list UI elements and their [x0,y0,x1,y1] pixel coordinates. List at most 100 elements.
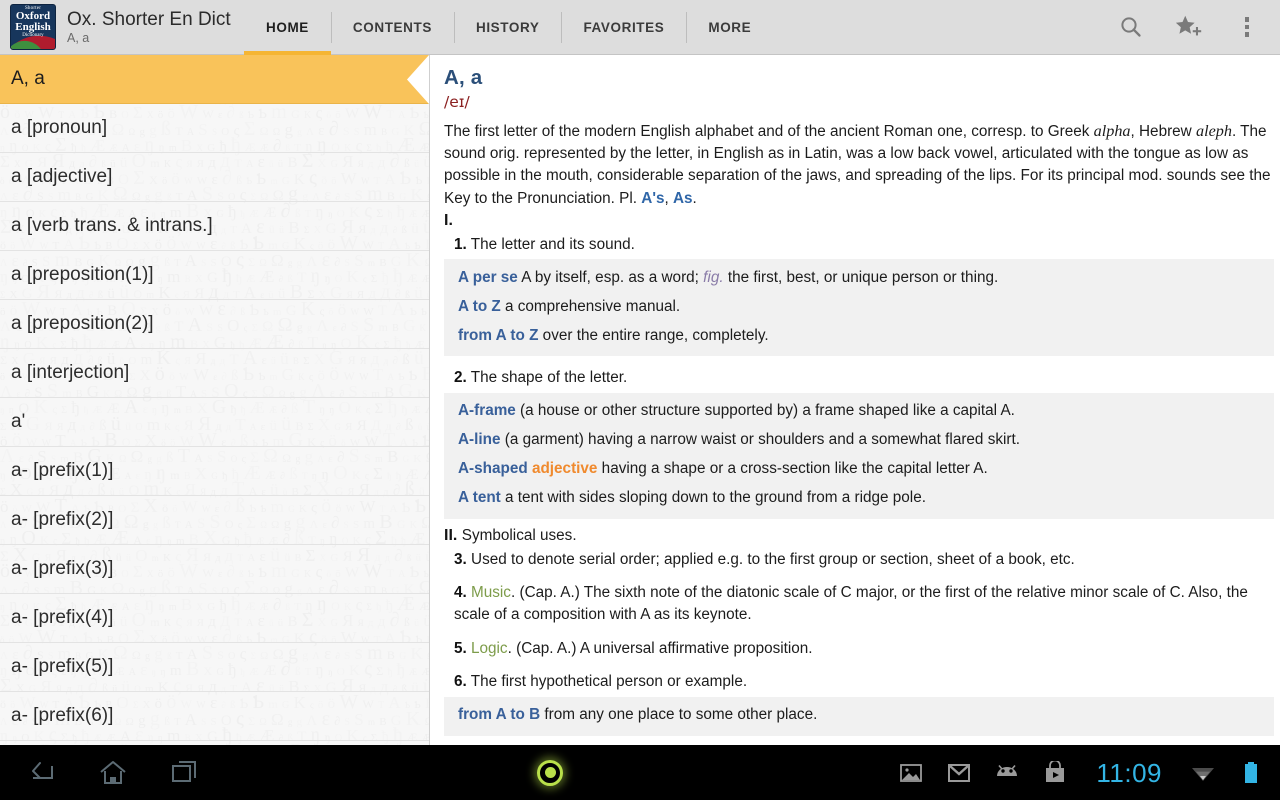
phrase-entry[interactable]: A per se A by itself, esp. as a word; fi… [444,263,1274,292]
search-button[interactable] [1116,12,1146,42]
phrase-entry[interactable]: from A to Z over the entire range, compl… [444,321,1274,350]
overflow-menu-button[interactable] [1232,12,1262,42]
app-logo-icon: Shorter Oxford English Dictionary [10,4,56,50]
recent-apps-button[interactable] [168,756,202,790]
phrase-entry[interactable]: A-shaped adjective having a shape or a c… [444,455,1274,484]
phrase-block-1: A per se A by itself, esp. as a word; fi… [444,259,1274,357]
sidebar-item-a-apostrophe[interactable]: a' [0,398,429,447]
phrase-body: a comprehensive manual. [500,297,681,315]
sense-number: 4. [454,584,467,602]
headword-sidebar[interactable]: Ʌ ε ∂ S S m B G K Ω Ω g g ß T A S S O ς … [0,55,430,745]
tab-home[interactable]: HOME [244,0,331,55]
intro-text-1: The first letter of the modern English a… [444,123,1094,140]
phrase-body-2: having a shape or a cross-section like t… [597,460,988,478]
sense-number: 1. [454,235,467,253]
sidebar-item-a-prefix-5[interactable]: a- [prefix(5)] [0,643,429,692]
battery-icon [1245,761,1258,783]
sidebar-item-label: a- [prefix(1)] [11,460,114,481]
add-favorite-button[interactable] [1174,12,1204,42]
app-title: Ox. Shorter En Dict [67,8,231,30]
android-icon [997,764,1018,776]
section-2-block: II. Symbolical uses. [444,525,1274,547]
status-clock: 11:09 [1096,757,1163,788]
recent-apps-icon [172,760,196,782]
sense-text: Used to denote serial order; applied e.g… [471,550,1075,568]
tab-history[interactable]: HISTORY [453,0,561,55]
entry-intro-paragraph: The first letter of the modern English a… [444,120,1274,210]
sense-number: 2. [454,369,467,387]
appbar-actions [1116,12,1280,42]
phrase-headword: from A to B [458,706,541,724]
headword-list: A, a a [pronoun] a [adjective] a [verb t… [0,55,429,741]
sidebar-item-a-adjective[interactable]: a [adjective] [0,153,429,202]
sidebar-item-a-preposition-2[interactable]: a [preposition(2)] [0,300,429,349]
phrase-entry[interactable]: A to Z a comprehensive manual. [444,292,1274,321]
tab-favorites[interactable]: FAVORITES [561,0,686,55]
record-indicator-icon [537,759,564,786]
record-indicator-button[interactable] [522,759,578,786]
sense-text: The first hypothetical person or example… [470,673,748,691]
sidebar-item-a-prefix-1[interactable]: a- [prefix(1)] [0,447,429,496]
overflow-menu-icon [1244,17,1250,37]
sidebar-item-a-prefix-6[interactable]: a- [prefix(6)] [0,692,429,741]
intro-text-2: , Hebrew [1130,123,1196,140]
phrase-headword: from A to Z [458,326,539,344]
part-of-speech-label: adjective [531,460,598,478]
status-tray[interactable]: 11:09 [898,760,1280,786]
entry-pronunciation: /eɪ/ [444,93,470,111]
phrase-entry[interactable]: A-line (a garment) having a narrow waist… [444,426,1274,455]
back-button[interactable] [24,756,58,790]
phrase-block-3: from A to B from any one place to some o… [444,696,1274,736]
sidebar-item-a-a[interactable]: A, a [0,55,429,104]
battery-indicator[interactable] [1238,760,1264,786]
sense-6: 6. The first hypothetical person or exam… [444,671,1274,693]
sidebar-item-a-prefix-3[interactable]: a- [prefix(3)] [0,545,429,594]
tab-more[interactable]: MORE [686,0,773,55]
plural-link-2[interactable]: As [673,190,693,207]
wifi-icon [1192,767,1215,781]
sidebar-item-label: a- [prefix(2)] [11,509,114,530]
tab-contents[interactable]: CONTENTS [330,0,454,55]
subject-label-music: Music [471,584,511,602]
sense-5: 5. Logic. (Cap. A.) A universal affirmat… [444,638,1274,660]
sidebar-item-a-pronoun[interactable]: a [pronoun] [0,104,429,153]
sidebar-item-label: a [preposition(1)] [11,264,154,285]
sidebar-item-a-prefix-4[interactable]: a- [prefix(4)] [0,594,429,643]
logo-line-3: English [15,21,51,33]
phrase-headword: A-frame [458,402,516,420]
phrase-headword: A-shaped [458,460,528,478]
star-plus-icon [1175,15,1202,36]
screenshot-notification[interactable] [898,760,924,786]
phrase-entry[interactable]: from A to B from any one place to some o… [444,701,1274,730]
android-notification[interactable] [994,760,1020,786]
sense-3: 3. Used to denote serial order; applied … [444,549,1274,571]
gmail-icon [948,763,971,782]
sidebar-item-a-interjection[interactable]: a [interjection] [0,349,429,398]
sidebar-item-a-preposition-1[interactable]: a [preposition(1)] [0,251,429,300]
app-screen: Shorter Oxford English Dictionary Ox. Sh… [0,0,1280,800]
dictionary-entry-pane[interactable]: A, a /eɪ/ The first letter of the modern… [430,55,1280,745]
phrase-body: A by itself, esp. as a word; [517,268,704,286]
home-button[interactable] [96,756,130,790]
phrase-entry[interactable]: A-frame (a house or other structure supp… [444,397,1274,426]
phrase-entry[interactable]: A tent a tent with sides sloping down to… [444,484,1274,513]
sense-number: 5. [454,639,467,657]
phrase-headword: A to Z [458,297,501,315]
gmail-notification[interactable] [946,760,972,786]
plural-link-1[interactable]: A's [641,190,664,207]
sidebar-item-label: a [adjective] [11,166,113,187]
sense-text: The shape of the letter. [470,369,628,387]
play-store-notification[interactable] [1042,760,1068,786]
sidebar-item-label: a- [prefix(3)] [11,558,114,579]
sidebar-item-label: a- [prefix(4)] [11,607,114,628]
sidebar-item-a-verb[interactable]: a [verb trans. & intrans.] [0,202,429,251]
sidebar-item-a-prefix-2[interactable]: a- [prefix(2)] [0,496,429,545]
intro-text-4: . [692,189,697,207]
sidebar-item-label: a [preposition(2)] [11,313,154,334]
search-icon [1121,17,1141,37]
app-subtitle: A, a [67,30,90,45]
home-icon [100,760,126,784]
sidebar-item-label: A, a [11,68,45,89]
wifi-indicator[interactable] [1190,760,1216,786]
sense-number: 6. [454,673,467,691]
